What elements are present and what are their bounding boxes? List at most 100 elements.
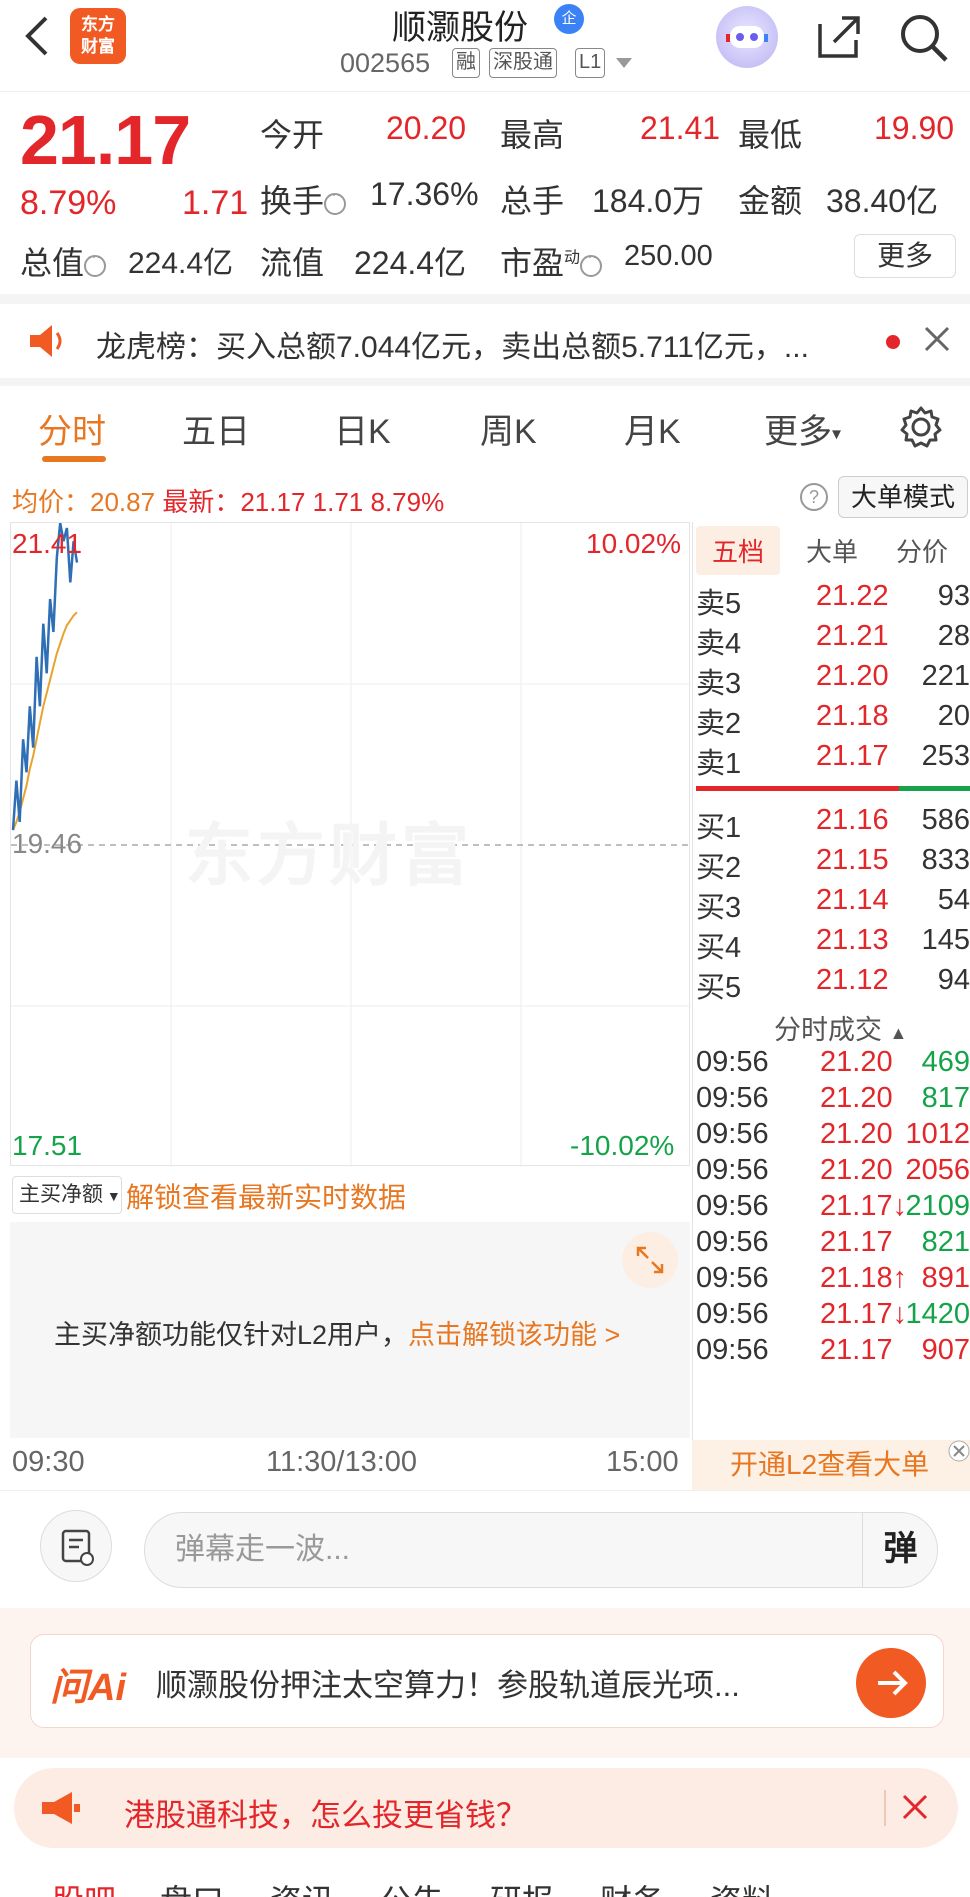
danmaku-toggle-button[interactable]: 弹 — [862, 1512, 938, 1588]
tab-big-orders[interactable]: 大单 — [806, 532, 858, 569]
close-icon[interactable] — [948, 1440, 970, 1462]
trade-time: 09:56 — [696, 1154, 769, 1186]
nav-order-book[interactable]: 盘口 — [160, 1876, 224, 1897]
tab-intraday[interactable]: 分时 — [38, 404, 106, 453]
tab-daily-k[interactable]: 日K — [334, 404, 391, 453]
amount-value: 38.40亿 — [826, 183, 939, 219]
nav-announcements[interactable]: 公告 — [380, 1876, 444, 1897]
trade-volume: 2109 — [905, 1190, 970, 1222]
tab-monthly-k[interactable]: 月K — [624, 404, 681, 453]
ask-volume: 253 — [921, 740, 970, 772]
news-ticker[interactable]: 龙虎榜：买入总额7.044亿元，卖出总额5.711亿元，... — [96, 322, 809, 366]
ai-go-button[interactable] — [856, 1648, 926, 1718]
bid-price: 21.13 — [816, 924, 889, 956]
tag-level[interactable]: L1 — [575, 48, 606, 78]
bid-label: 买5 — [696, 972, 742, 1004]
pe-label: 市盈动 — [500, 238, 603, 284]
expand-arrows — [636, 1246, 664, 1274]
divider — [0, 1490, 970, 1491]
ask-row: 卖1 21.17 253 — [696, 740, 970, 780]
verified-badge-icon: 企 — [554, 4, 584, 34]
trade-time: 09:56 — [696, 1262, 769, 1294]
megaphone-icon — [42, 1792, 80, 1824]
ai-assistant-avatar[interactable] — [716, 6, 778, 68]
time-start: 09:30 — [12, 1446, 85, 1478]
bid-volume: 586 — [921, 804, 970, 836]
trade-time: 09:56 — [696, 1190, 769, 1222]
change-percent: 8.79% — [20, 184, 117, 222]
ask-price: 21.18 — [816, 700, 889, 732]
nav-profile[interactable]: 资料 — [710, 1876, 774, 1897]
turnover-label: 换手 — [260, 176, 347, 222]
level-dropdown-icon[interactable] — [616, 58, 632, 68]
trade-price: 21.17 — [820, 1226, 893, 1258]
chart-prev-close-label: 19.46 — [12, 828, 83, 859]
gear-icon[interactable] — [898, 404, 944, 450]
bid-row: 买2 21.15 833 — [696, 844, 970, 884]
ask-label: 卖3 — [696, 668, 742, 700]
big-order-mode-button[interactable]: 大单模式 — [838, 476, 968, 518]
ai-prompt-text[interactable]: 顺灏股份押注太空算力！参股轨道辰光项... — [156, 1660, 740, 1705]
unlock-realtime-link[interactable]: 解锁查看最新实时数据 — [126, 1176, 406, 1216]
caret-down-icon: ▾ — [832, 423, 842, 444]
danmaku-settings-icon[interactable] — [40, 1510, 112, 1582]
nav-research[interactable]: 研报 — [490, 1876, 554, 1897]
more-quote-button[interactable]: 更多 — [854, 234, 956, 278]
promo-text[interactable]: 港股通科技，怎么投更省钱？ — [124, 1790, 527, 1835]
tab-five-day[interactable]: 五日 — [182, 404, 250, 453]
nav-forum[interactable]: 股吧 — [52, 1876, 116, 1897]
nav-news[interactable]: 资讯 — [270, 1876, 334, 1897]
low-value: 19.90 — [874, 110, 955, 146]
turnover-value: 17.36% — [370, 176, 479, 212]
flow-metric-select[interactable]: 主买净额 ▼ — [12, 1176, 122, 1214]
open-value: 20.20 — [386, 110, 467, 146]
ask-price: 21.20 — [816, 660, 889, 692]
bid-volume: 145 — [921, 924, 970, 956]
trades-header[interactable]: 分时成交 ▲ — [774, 1008, 907, 1047]
divider — [0, 294, 970, 304]
bid-row: 买3 21.14 54 — [696, 884, 970, 924]
ask-label: 卖4 — [696, 628, 742, 660]
danmaku-input[interactable]: 弹幕走一波... — [144, 1512, 938, 1588]
trade-time: 09:56 — [696, 1046, 769, 1078]
share-icon[interactable] — [812, 10, 866, 64]
bid-price: 21.16 — [816, 804, 889, 836]
nav-financials[interactable]: 财务 — [600, 1876, 664, 1897]
expand-icon[interactable] — [622, 1232, 678, 1288]
bid-label: 买2 — [696, 852, 742, 884]
divider — [884, 1790, 886, 1826]
unread-dot — [886, 335, 900, 349]
pe-label-text: 市盈 — [500, 245, 565, 281]
logo-text-1: 东方 — [81, 15, 115, 34]
back-arrow-icon[interactable] — [18, 14, 58, 58]
close-icon[interactable] — [920, 322, 954, 356]
robot-icon — [726, 26, 768, 48]
tab-five-levels[interactable]: 五档 — [696, 526, 781, 575]
high-label: 最高 — [500, 117, 565, 153]
open-l2-button[interactable]: 开通L2查看大单 — [692, 1440, 970, 1490]
ask-row: 卖2 21.18 20 — [696, 700, 970, 740]
latest-change: 1.71 — [312, 487, 364, 517]
tab-more[interactable]: 更多▾ — [764, 404, 841, 453]
ask-volume: 221 — [921, 660, 970, 692]
price-line — [11, 522, 79, 831]
book-divider — [692, 522, 693, 1490]
open-label: 今开 — [260, 117, 325, 153]
search-icon[interactable] — [896, 10, 950, 64]
ask-price: 21.17 — [816, 740, 889, 772]
tab-weekly-k[interactable]: 周K — [480, 404, 537, 453]
tab-price-distribution[interactable]: 分价 — [896, 532, 948, 569]
chart-low-label: 17.51 — [12, 1130, 83, 1161]
help-icon[interactable]: ? — [800, 483, 828, 511]
more-info-icon[interactable] — [324, 186, 347, 215]
logo-text-2: 财富 — [81, 37, 115, 56]
pe-superscript: 动 — [564, 249, 581, 267]
bid-volume: 833 — [921, 844, 970, 876]
close-icon[interactable] — [898, 1790, 932, 1824]
flow-select-label: 主买净额 — [19, 1183, 103, 1206]
more-info-icon[interactable] — [84, 248, 107, 277]
volume-value: 184.0万 — [592, 183, 705, 219]
more-info-icon[interactable] — [580, 248, 603, 277]
bid-label: 买3 — [696, 892, 742, 924]
unlock-feature-link[interactable]: 点击解锁该功能 > — [408, 1320, 620, 1350]
